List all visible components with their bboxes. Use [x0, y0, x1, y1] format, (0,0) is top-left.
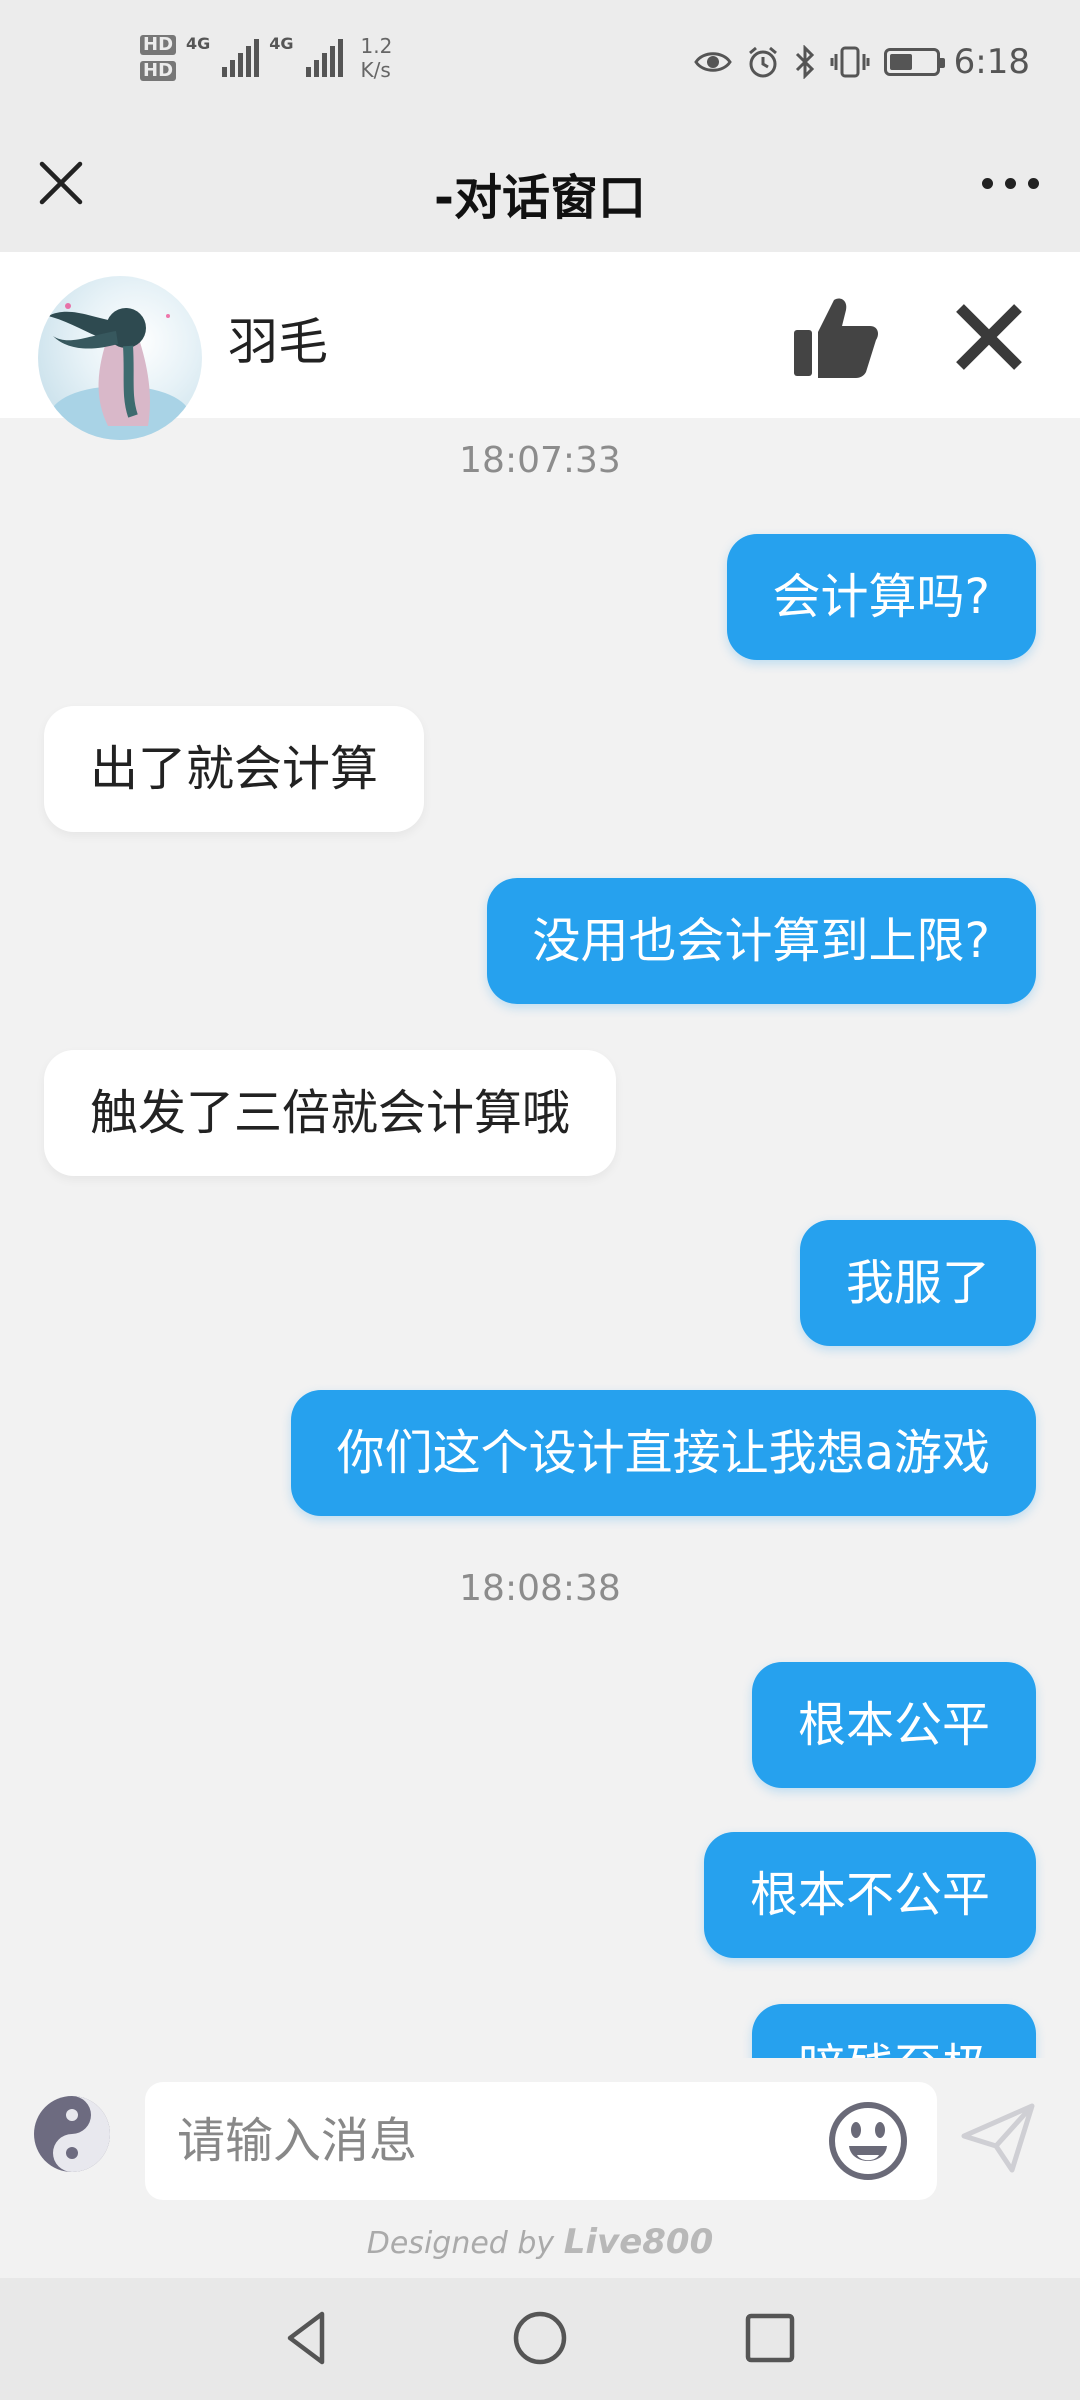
- signal-2-icon: [305, 39, 343, 77]
- system-nav-bar: [0, 2278, 1080, 2400]
- more-icon[interactable]: [974, 156, 1046, 210]
- message-bubble-outgoing[interactable]: 没用也会计算到上限?: [486, 878, 1036, 1004]
- status-right: 6:18: [693, 42, 1030, 82]
- thumbs-up-icon[interactable]: [790, 294, 880, 380]
- net-type-1: 4G: [186, 34, 211, 53]
- alarm-icon: [748, 46, 777, 78]
- message-bubble-outgoing[interactable]: 我服了: [799, 1220, 1036, 1346]
- yin-yang-icon[interactable]: [32, 2094, 112, 2174]
- back-triangle-icon[interactable]: [276, 2306, 340, 2370]
- agent-name: 羽毛: [228, 313, 328, 371]
- vibrate-icon: [830, 46, 870, 78]
- hd1-badge: HD: [140, 35, 177, 55]
- message-bubble-outgoing[interactable]: 暗残至极: [751, 2004, 1036, 2058]
- status-bar: HD HD 4G 4G 1.2 K/s 6:18: [0, 0, 1080, 130]
- eye-icon: [693, 52, 732, 72]
- hd2-badge: HD: [140, 61, 177, 81]
- agent-header: 羽毛: [0, 252, 1080, 440]
- bluetooth-icon: [795, 45, 814, 79]
- recent-square-icon[interactable]: [738, 2306, 802, 2370]
- battery-icon: [883, 48, 945, 76]
- message-list[interactable]: 18:07:33 会计算吗? 出了就会计算 没用也会计算到上限? 触发了三倍就会…: [0, 418, 1080, 2058]
- timestamp: 18:08:38: [459, 1568, 621, 1609]
- page-title: -对话窗口: [434, 170, 646, 226]
- message-bubble-outgoing[interactable]: 你们这个设计直接让我想a游戏: [290, 1390, 1036, 1516]
- net-speed-unit: K/s: [360, 58, 391, 82]
- home-circle-icon[interactable]: [508, 2306, 572, 2370]
- signal-1-icon: [222, 39, 260, 77]
- close-icon[interactable]: [950, 298, 1028, 376]
- composer: Designed by Live800: [0, 2058, 1080, 2278]
- message-input[interactable]: [145, 2082, 795, 2200]
- avatar: [38, 276, 202, 440]
- status-left: HD HD 4G 4G 1.2 K/s: [140, 34, 392, 82]
- chat-screen: HD HD 4G 4G 1.2 K/s 6:18 -对话窗口 羽毛 18:07:…: [0, 0, 1080, 2400]
- emoji-icon[interactable]: [827, 2100, 909, 2182]
- message-bubble-outgoing[interactable]: 根本公平: [751, 1662, 1036, 1788]
- timestamp: 18:07:33: [459, 440, 621, 481]
- message-bubble-outgoing[interactable]: 会计算吗?: [726, 534, 1036, 660]
- message-input-box: [145, 2082, 937, 2200]
- message-bubble-outgoing[interactable]: 根本不公平: [703, 1832, 1036, 1958]
- message-bubble-incoming[interactable]: 触发了三倍就会计算哦: [44, 1050, 617, 1176]
- clock: 6:18: [953, 42, 1030, 82]
- net-type-2: 4G: [269, 34, 294, 53]
- brand-logo: Live800: [563, 2222, 714, 2262]
- designed-by-credit: Designed by Live800: [0, 2222, 1080, 2262]
- message-bubble-incoming[interactable]: 出了就会计算: [44, 706, 425, 832]
- hd-indicator: HD HD: [140, 35, 177, 81]
- net-speed: 1.2 K/s: [361, 34, 393, 82]
- title-bar: -对话窗口: [0, 130, 1080, 252]
- designed-by-text: Designed by: [366, 2226, 555, 2261]
- net-speed-value: 1.2: [360, 34, 393, 58]
- send-icon[interactable]: [960, 2100, 1036, 2176]
- battery-level: [889, 54, 913, 70]
